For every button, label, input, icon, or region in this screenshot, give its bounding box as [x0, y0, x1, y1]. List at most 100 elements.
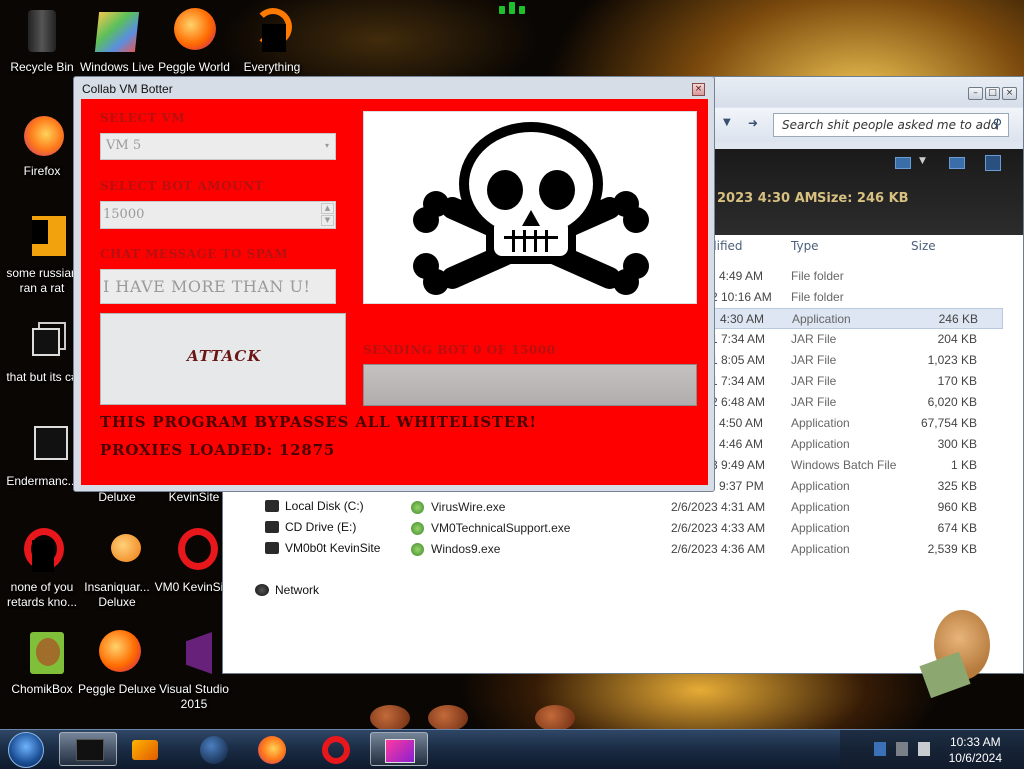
desktop-icon-none-of-you[interactable]: none of you retards kno... — [0, 528, 84, 610]
network-icon[interactable] — [896, 742, 908, 756]
file-type: Application — [791, 416, 850, 430]
details-size: Size: 246 KB — [817, 191, 909, 206]
desktop-icon-label: Peggle Deluxe — [77, 682, 157, 696]
file-date: 4:49 AM — [719, 269, 764, 283]
desktop-icon-label: Endermanc... — [6, 474, 78, 488]
minimize-icon[interactable]: – — [968, 87, 983, 100]
system-tray: 10:33 AM 10/6/2024 — [840, 730, 1024, 769]
bot-amount-stepper[interactable]: 15000 ▲ ▼ — [100, 201, 336, 229]
bot-amount-label: SELECT BOT AMOUNT — [100, 179, 264, 193]
desktop-icon-everything[interactable]: Everything — [230, 8, 314, 75]
desktop-icon-insaniquarium[interactable]: Insaniquar... Deluxe — [75, 528, 159, 610]
attack-button-label: ATTACK — [187, 347, 262, 365]
desktop-icon-chomikbox[interactable]: ChomikBox — [0, 630, 84, 697]
nav-item-local-disk[interactable]: Local Disk (C:) — [265, 499, 364, 513]
volume-icon[interactable] — [918, 742, 930, 756]
tray-app-icon[interactable] — [874, 742, 886, 756]
taskbar-item-network[interactable] — [184, 732, 242, 766]
close-icon[interactable]: × — [1002, 87, 1017, 100]
desktop-icon-endermanc[interactable]: Endermanc... — [0, 422, 84, 489]
column-header-type[interactable]: Type — [791, 239, 819, 253]
visual-studio-icon — [170, 630, 218, 678]
nav-item-cd-drive[interactable]: CD Drive (E:) — [265, 520, 356, 534]
taskbar-item-opera[interactable] — [308, 732, 366, 766]
exe-icon — [411, 543, 424, 556]
search-icon[interactable]: ⚲ — [992, 117, 1002, 132]
nav-item-network[interactable]: Network — [255, 583, 319, 597]
opera-icon — [322, 736, 350, 764]
preview-pane-icon[interactable] — [949, 157, 965, 169]
desktop-icon-recycle-bin[interactable]: Recycle Bin — [0, 8, 84, 75]
network-icon — [255, 584, 269, 596]
window-stack-icon — [18, 318, 66, 366]
bot-amount-value: 15000 — [103, 207, 145, 222]
turkey-decoration — [428, 705, 468, 731]
turkey-decoration — [535, 705, 575, 731]
file-type: File folder — [791, 290, 844, 304]
nav-item-vm0b0t[interactable]: VM0b0t KevinSite — [265, 541, 380, 555]
start-button[interactable] — [8, 732, 44, 768]
address-dropdown-icon[interactable]: ▼ — [723, 117, 731, 128]
cd-drive-icon — [265, 521, 279, 533]
window-icon — [76, 739, 104, 761]
desktop-icon-that-but-c[interactable]: that but its c# — [0, 318, 84, 385]
desktop-icon-label: Firefox — [23, 164, 61, 178]
chat-message-input[interactable]: I HAVE MORE THAN U! — [100, 269, 336, 304]
help-icon[interactable] — [985, 155, 1001, 171]
refresh-icon[interactable]: ➜ — [748, 116, 758, 130]
collab-vm-botter-window[interactable]: Collab VM Botter × SELECT VM VM 5 ▾ SELE… — [73, 76, 715, 492]
globe-icon — [200, 736, 228, 764]
desktop-icon-label: that but its c# — [6, 370, 78, 384]
attack-button[interactable]: ATTACK — [100, 313, 346, 405]
file-size: 1 KB — [950, 458, 977, 472]
desktop-icon-deluxe[interactable]: Deluxe — [75, 490, 159, 505]
file-date: 3 9:49 AM — [711, 458, 766, 472]
opera-icon — [170, 528, 218, 576]
taskbar-item-botter[interactable] — [59, 732, 117, 766]
desktop-icon-label: some russian ran a rat — [6, 266, 78, 295]
desktop-icon-peggle-world[interactable]: Peggle World — [152, 8, 236, 75]
nav-label: CD Drive (E:) — [285, 520, 357, 534]
file-type: JAR File — [791, 395, 837, 409]
peggle-icon — [93, 630, 141, 678]
desktop-icon-russian-rat[interactable]: some russian ran a rat — [0, 214, 84, 296]
select-vm-dropdown[interactable]: VM 5 ▾ — [100, 133, 336, 160]
file-type: Application — [792, 312, 851, 326]
desktop-icon-peggle-deluxe[interactable]: Peggle Deluxe — [75, 630, 159, 697]
increment-icon[interactable]: ▲ — [321, 203, 334, 214]
everything-icon — [248, 8, 296, 56]
select-vm-value: VM 5 — [106, 138, 142, 153]
desktop-icon-label: ChomikBox — [11, 682, 73, 696]
file-date: 1 8:05 AM — [711, 353, 766, 367]
view-icon[interactable] — [895, 157, 911, 169]
file-date: 2/6/2023 4:36 AM — [671, 542, 766, 556]
media-player-icon — [132, 740, 158, 760]
window-icon — [18, 422, 68, 470]
file-size: 300 KB — [937, 437, 977, 451]
file-type: File folder — [791, 269, 844, 283]
desktop-icon-windows-live[interactable]: Windows Live — [75, 8, 159, 75]
close-icon[interactable]: × — [692, 83, 705, 96]
search-input[interactable]: Search shit people asked me to add ⚲ — [773, 113, 1009, 137]
clock[interactable]: 10:33 AM 10/6/2024 — [949, 734, 1002, 766]
chevron-down-icon[interactable]: ▼ — [919, 156, 926, 166]
nav-label: VM0b0t KevinSite — [285, 541, 381, 555]
taskbar-item-firefox[interactable] — [244, 732, 302, 766]
maximize-icon[interactable]: □ — [985, 87, 1000, 100]
taskbar-item-media[interactable] — [120, 732, 178, 766]
hamster-icon — [18, 630, 66, 678]
decrement-icon[interactable]: ▼ — [321, 215, 334, 226]
recycle-bin-icon — [18, 8, 66, 56]
proxies-loaded: PROXIES LOADED: 12875 — [100, 441, 336, 459]
desktop-icon-firefox[interactable]: Firefox — [0, 112, 84, 179]
turkey-decoration — [370, 705, 410, 731]
file-date: 4:30 AM — [720, 312, 765, 326]
desktop-icon-label: Deluxe — [98, 490, 136, 504]
file-name: VM0TechnicalSupport.exe — [431, 521, 571, 535]
file-type: Windows Batch File — [791, 458, 897, 472]
column-header-size[interactable]: Size — [911, 239, 936, 253]
nav-label: Network — [275, 583, 320, 597]
taskbar-item-paint[interactable] — [370, 732, 428, 766]
file-size: 674 KB — [937, 521, 977, 535]
desktop-icon-label: none of you retards kno... — [6, 580, 78, 609]
